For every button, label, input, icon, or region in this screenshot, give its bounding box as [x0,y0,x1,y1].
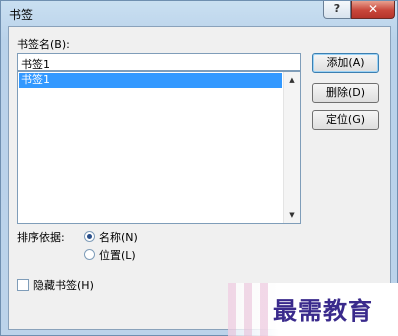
hidden-bookmarks-checkbox[interactable] [17,279,29,291]
add-button[interactable]: 添加(A) [312,53,379,73]
watermark-pattern [228,283,268,336]
close-button[interactable]: ✕ [351,1,395,19]
list-scrollbar[interactable]: ▲ ▼ [283,72,300,223]
title-bar[interactable]: 书签 ? ✕ [1,1,397,23]
sort-by-name-radio[interactable] [84,231,95,242]
bookmark-name-label: 书签名(B): [17,38,70,51]
sort-label: 排序依据: [17,231,65,244]
bookmark-name-input[interactable]: 书签1 [17,53,301,71]
dialog-title: 书签 [9,8,34,22]
hidden-bookmarks-label[interactable]: 隐藏书签(H) [33,277,94,293]
sort-by-position-radio[interactable] [84,249,95,260]
sort-by-name-label[interactable]: 名称(N) [99,229,138,245]
help-button[interactable]: ? [323,1,351,19]
watermark-text: 最需教育 [273,296,373,325]
list-item[interactable]: 书签1 [19,73,282,88]
goto-button[interactable]: 定位(G) [312,110,379,130]
delete-button[interactable]: 删除(D) [312,83,379,103]
sort-by-position-label[interactable]: 位置(L) [99,247,136,263]
scroll-up-icon[interactable]: ▲ [284,72,300,88]
bookmark-list[interactable]: 书签1 ▲ ▼ [17,71,301,224]
scroll-down-icon[interactable]: ▼ [284,207,300,223]
watermark: 最需教育 [228,283,398,336]
